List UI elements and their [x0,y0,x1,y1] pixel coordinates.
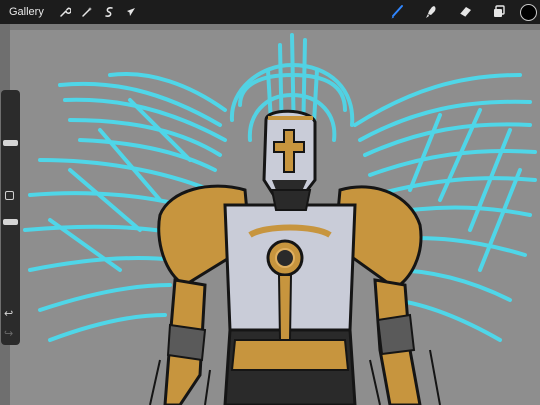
drawing-canvas[interactable] [10,30,540,405]
smudge-icon [426,6,436,18]
selection-icon [105,7,113,17]
torso [223,203,357,405]
brush-icon [391,5,403,19]
eraser-tool-button[interactable] [448,1,482,23]
redo-button[interactable]: ↪ [4,328,13,340]
layers-icon [494,5,505,17]
brush-sidebar: ↩ ↪ [1,90,20,345]
artwork [10,30,540,405]
color-picker-button[interactable] [520,3,537,21]
smudge-tool-button[interactable] [414,1,448,23]
magic-wand-icon [82,7,92,17]
wrench-icon [60,7,71,17]
eraser-icon [459,7,471,18]
top-toolbar: Gallery [0,0,540,24]
brush-tool-button[interactable] [380,1,414,23]
brush-opacity-slider[interactable] [3,219,18,225]
layers-button[interactable] [482,1,516,23]
transform-arrow-icon [126,8,135,16]
adjustments-button[interactable] [76,1,98,23]
brush-size-slider[interactable] [3,140,18,146]
tool-group [380,0,540,24]
modify-button[interactable] [5,191,14,200]
transform-button[interactable] [120,1,142,23]
undo-button[interactable]: ↩ [4,308,13,320]
gallery-button[interactable]: Gallery [9,6,44,18]
actions-button[interactable] [54,1,76,23]
selection-button[interactable] [98,1,120,23]
